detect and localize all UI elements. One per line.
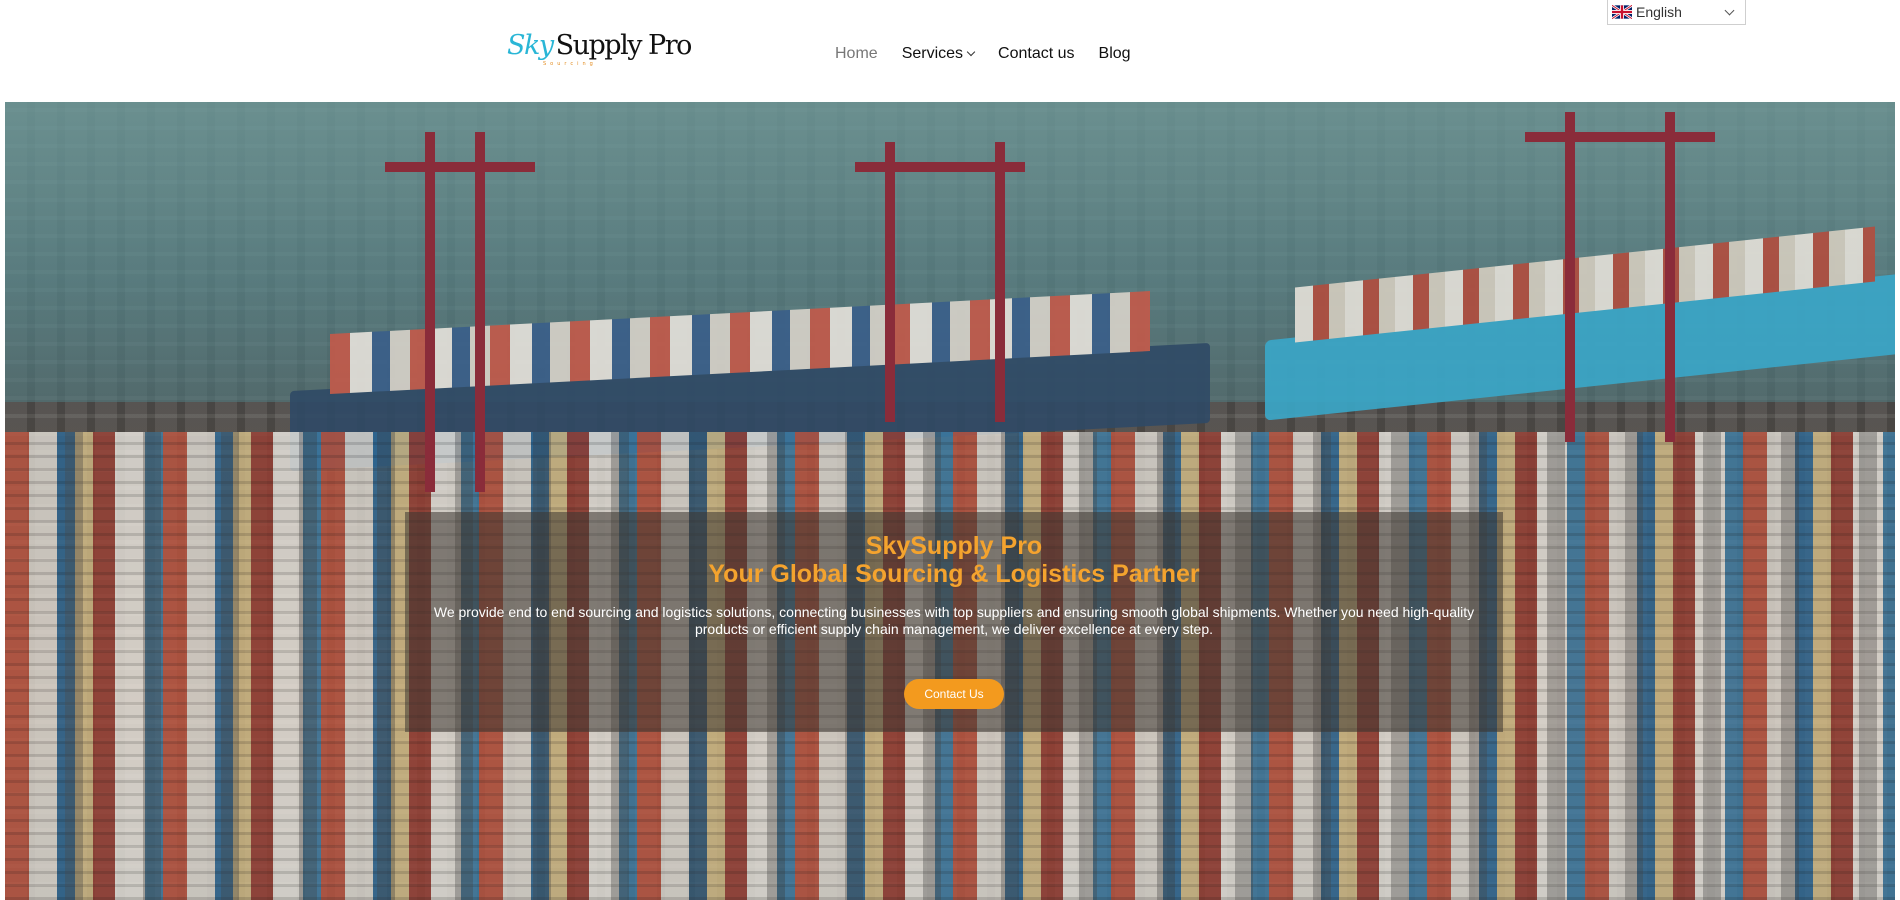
nav-item-label: Home — [835, 45, 878, 62]
logo-sky-text: Sky — [507, 30, 554, 61]
chevron-down-icon — [966, 47, 976, 57]
main-nav: Home Services Contact us Blog — [835, 45, 1155, 63]
nav-item-label: Services — [901, 45, 964, 62]
nav-item-services[interactable]: Services — [901, 45, 976, 63]
crane-image — [1565, 112, 1575, 442]
site-header: Sky Supply Pro Sourcing Home Services Co… — [0, 0, 1900, 101]
crane-image — [475, 132, 485, 492]
hero-description: We provide end to end sourcing and logis… — [433, 604, 1475, 637]
crane-image — [885, 142, 895, 422]
crane-beam-image — [385, 162, 535, 172]
nav-item-label: Blog — [1098, 45, 1131, 62]
logo-supply-text: Supply Pro — [555, 30, 693, 61]
crane-image — [1665, 112, 1675, 442]
logo-tagline: Sourcing — [543, 61, 597, 67]
language-label: English — [1636, 4, 1682, 20]
crane-image — [425, 132, 435, 492]
hero-title-line1: SkySupply Pro — [865, 532, 1043, 560]
crane-image — [995, 142, 1005, 422]
chevron-down-icon — [1724, 5, 1735, 16]
hero-section: SkySupply Pro Your Global Sourcing & Log… — [5, 102, 1895, 900]
crane-beam-image — [1525, 132, 1715, 142]
nav-item-blog[interactable]: Blog — [1099, 45, 1131, 63]
site-logo[interactable]: Sky Supply Pro Sourcing — [507, 30, 693, 70]
nav-item-label: Contact us — [998, 45, 1075, 62]
language-selector[interactable]: English — [1607, 0, 1746, 25]
nav-item-home[interactable]: Home — [835, 45, 878, 63]
hero-title: SkySupply Pro Your Global Sourcing & Log… — [405, 532, 1503, 588]
crane-beam-image — [855, 162, 1025, 172]
nav-item-contact[interactable]: Contact us — [998, 45, 1074, 63]
uk-flag-icon — [1612, 5, 1632, 19]
hero-title-line2: Your Global Sourcing & Logistics Partner — [708, 560, 1200, 588]
contact-us-button[interactable]: Contact Us — [904, 679, 1004, 709]
hero-panel: SkySupply Pro Your Global Sourcing & Log… — [405, 512, 1503, 732]
